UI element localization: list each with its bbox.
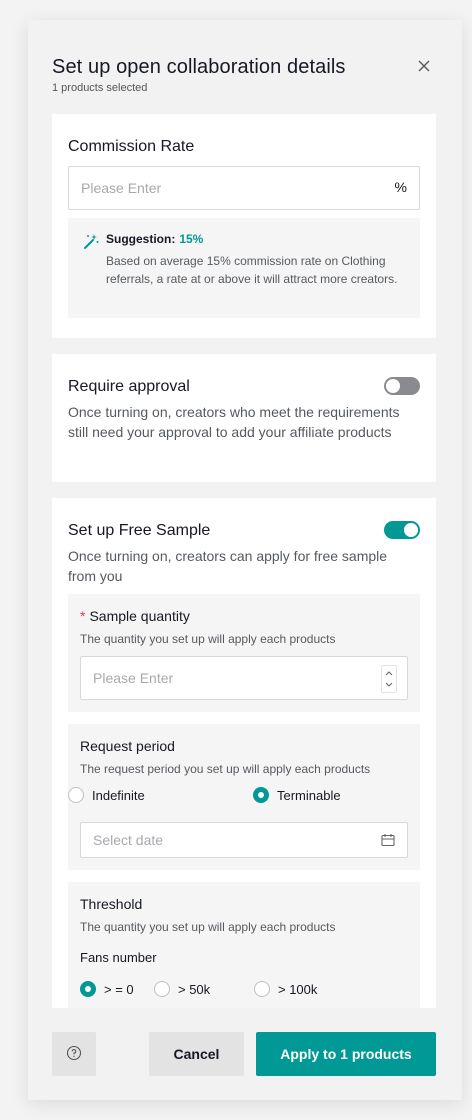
collaboration-drawer: Set up open collaboration details 1 prod…	[28, 20, 462, 1100]
commission-title: Commission Rate	[68, 138, 195, 155]
sample-quantity-label: Sample quantity	[89, 608, 190, 624]
products-selected-count: 1 products selected	[52, 82, 148, 94]
radio-indefinite[interactable]: Indefinite	[68, 787, 145, 803]
approval-title: Require approval	[68, 378, 190, 395]
apply-button[interactable]: Apply to 1 products	[256, 1032, 436, 1076]
radio-fans-0[interactable]: > = 0	[80, 981, 134, 997]
radio-circle-selected	[253, 787, 269, 803]
request-period-description: The request period you set up will apply…	[80, 762, 371, 776]
help-button[interactable]	[52, 1032, 96, 1076]
sample-quantity-section: * Sample quantity The quantity you set up…	[68, 594, 420, 712]
page-title: Set up open collaboration details	[52, 56, 346, 78]
radio-fans-100k[interactable]: > 100k	[254, 981, 317, 997]
required-mark: *	[80, 608, 86, 624]
date-picker-input[interactable]: Select date	[80, 822, 408, 858]
suggestion-value: 15%	[179, 232, 204, 246]
close-icon[interactable]	[416, 58, 432, 74]
sample-quantity-input[interactable]: Please Enter	[80, 656, 408, 700]
commission-rate-input[interactable]: Please Enter %	[68, 166, 420, 210]
request-period-title: Request period	[80, 738, 175, 754]
drawer-footer: Cancel Apply to 1 products	[28, 1008, 462, 1100]
radio-label: Indefinite	[92, 787, 145, 803]
percent-suffix: %	[394, 179, 407, 195]
radio-circle	[254, 981, 270, 997]
date-placeholder: Select date	[93, 832, 164, 848]
radio-terminable[interactable]: Terminable	[253, 787, 341, 803]
request-period-section: Request period The request period you se…	[68, 724, 420, 870]
drawer-header: Set up open collaboration details 1 prod…	[28, 20, 462, 114]
radio-label: Terminable	[277, 787, 341, 803]
free-sample-card: Set up Free Sample Once turning on, crea…	[52, 498, 436, 1018]
threshold-title: Threshold	[80, 896, 143, 912]
sample-quantity-description: The quantity you set up will apply each …	[80, 632, 336, 646]
radio-circle	[154, 981, 170, 997]
free-sample-title: Set up Free Sample	[68, 522, 211, 539]
cancel-button[interactable]: Cancel	[149, 1032, 244, 1076]
suggestion-title: Suggestion: 15%	[106, 232, 203, 246]
threshold-section: Threshold The quantity you set up will a…	[68, 882, 420, 1018]
radio-label: > = 0	[104, 981, 134, 997]
commission-placeholder: Please Enter	[81, 180, 162, 196]
magic-wand-icon	[82, 232, 100, 250]
calendar-icon[interactable]	[381, 833, 395, 847]
toggle-knob	[404, 523, 418, 537]
commission-card: Commission Rate Please Enter % Suggestio…	[52, 114, 436, 338]
threshold-description: The quantity you set up will apply each …	[80, 920, 336, 934]
radio-circle	[68, 787, 84, 803]
toggle-knob	[386, 379, 400, 393]
suggestion-text: Based on average 15% commission rate on …	[106, 254, 398, 286]
radio-label: > 100k	[278, 981, 318, 997]
suggestion-label: Suggestion:	[106, 232, 176, 246]
sample-quantity-placeholder: Please Enter	[93, 670, 174, 686]
radio-circle-selected	[80, 981, 96, 997]
approval-card: Require approval Once turning on, creato…	[52, 354, 436, 482]
suggestion-box: Suggestion: 15% Based on average 15% comm…	[68, 218, 420, 318]
free-sample-toggle[interactable]	[384, 521, 420, 539]
fans-number-label: Fans number	[80, 950, 157, 965]
free-sample-description: Once turning on, creators can apply for …	[68, 548, 388, 584]
help-icon	[66, 1045, 82, 1064]
stepper-icon[interactable]	[381, 665, 397, 693]
radio-fans-50k[interactable]: > 50k	[154, 981, 210, 997]
approval-toggle[interactable]	[384, 377, 420, 395]
sample-quantity-title: * Sample quantity	[80, 608, 190, 624]
radio-label: > 50k	[178, 981, 211, 997]
approval-description: Once turning on, creators who meet the r…	[68, 404, 400, 440]
